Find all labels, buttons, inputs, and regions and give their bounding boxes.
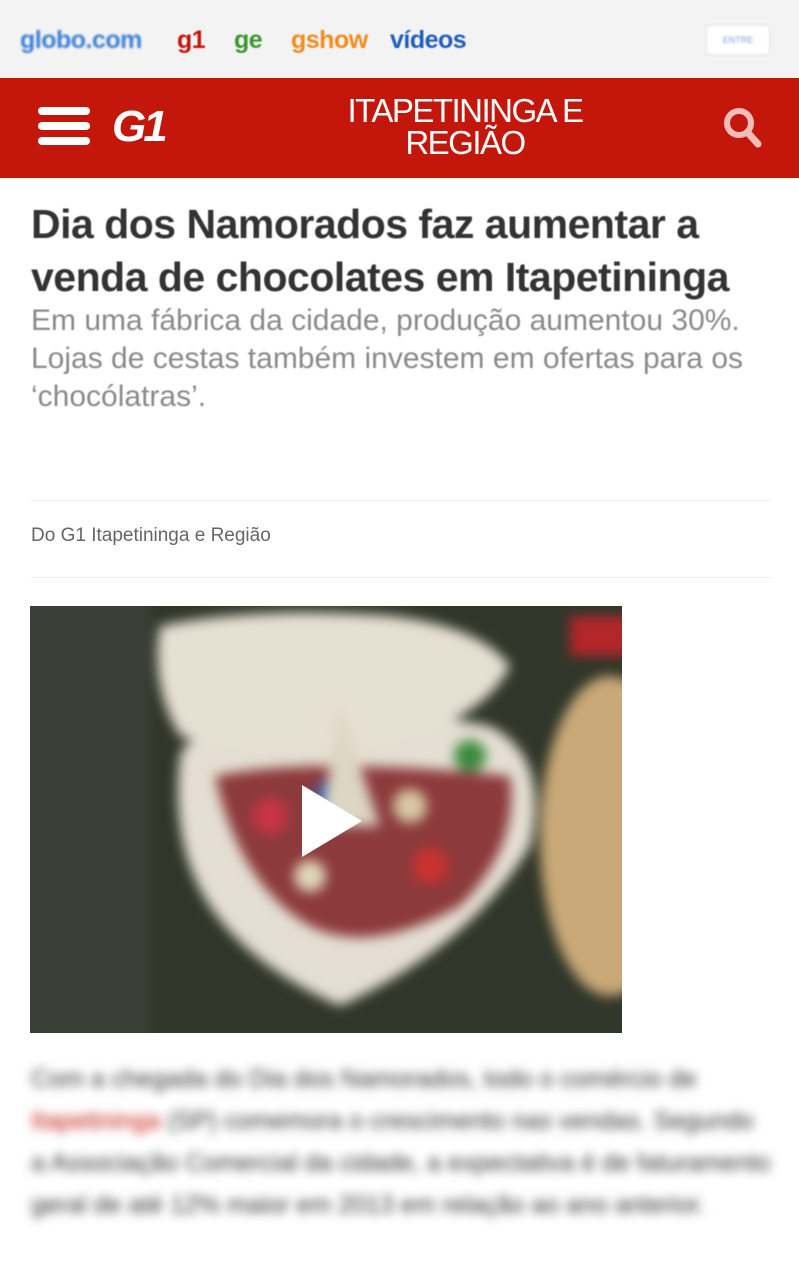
g1-logo[interactable]: G1 — [112, 102, 168, 152]
videos-link[interactable]: vídeos — [390, 26, 467, 55]
itapetininga-link[interactable]: Itapetininga — [31, 1107, 160, 1135]
globo-top-nav: globo.com g1 ge gshow vídeos ENTRE — [0, 0, 799, 79]
divider — [31, 577, 771, 578]
article-body: Com a chegada do Dia dos Namorados, todo… — [31, 1058, 771, 1226]
play-icon[interactable] — [302, 785, 362, 857]
ge-link[interactable]: ge — [234, 26, 263, 55]
article-subtitle: Em uma fábrica da cidade, produção aumen… — [31, 304, 744, 413]
body-text-start: Com a chegada do Dia dos Namorados, todo… — [31, 1065, 697, 1093]
region-title: ITAPETININGA E REGIÃO — [347, 92, 584, 161]
globo-link[interactable]: globo.com — [20, 26, 142, 55]
search-icon[interactable] — [722, 106, 762, 148]
gshow-link[interactable]: gshow — [291, 26, 368, 55]
hamburger-menu-icon[interactable] — [38, 105, 90, 147]
login-button[interactable]: ENTRE — [707, 26, 769, 54]
divider — [31, 500, 771, 501]
article-byline: Do G1 Itapetininga e Região — [31, 525, 271, 546]
g1-link[interactable]: g1 — [177, 26, 206, 55]
g1-header: G1 ITAPETININGA E REGIÃO — [0, 78, 799, 178]
article-title: Dia dos Namorados faz aumentar a venda d… — [31, 201, 729, 300]
